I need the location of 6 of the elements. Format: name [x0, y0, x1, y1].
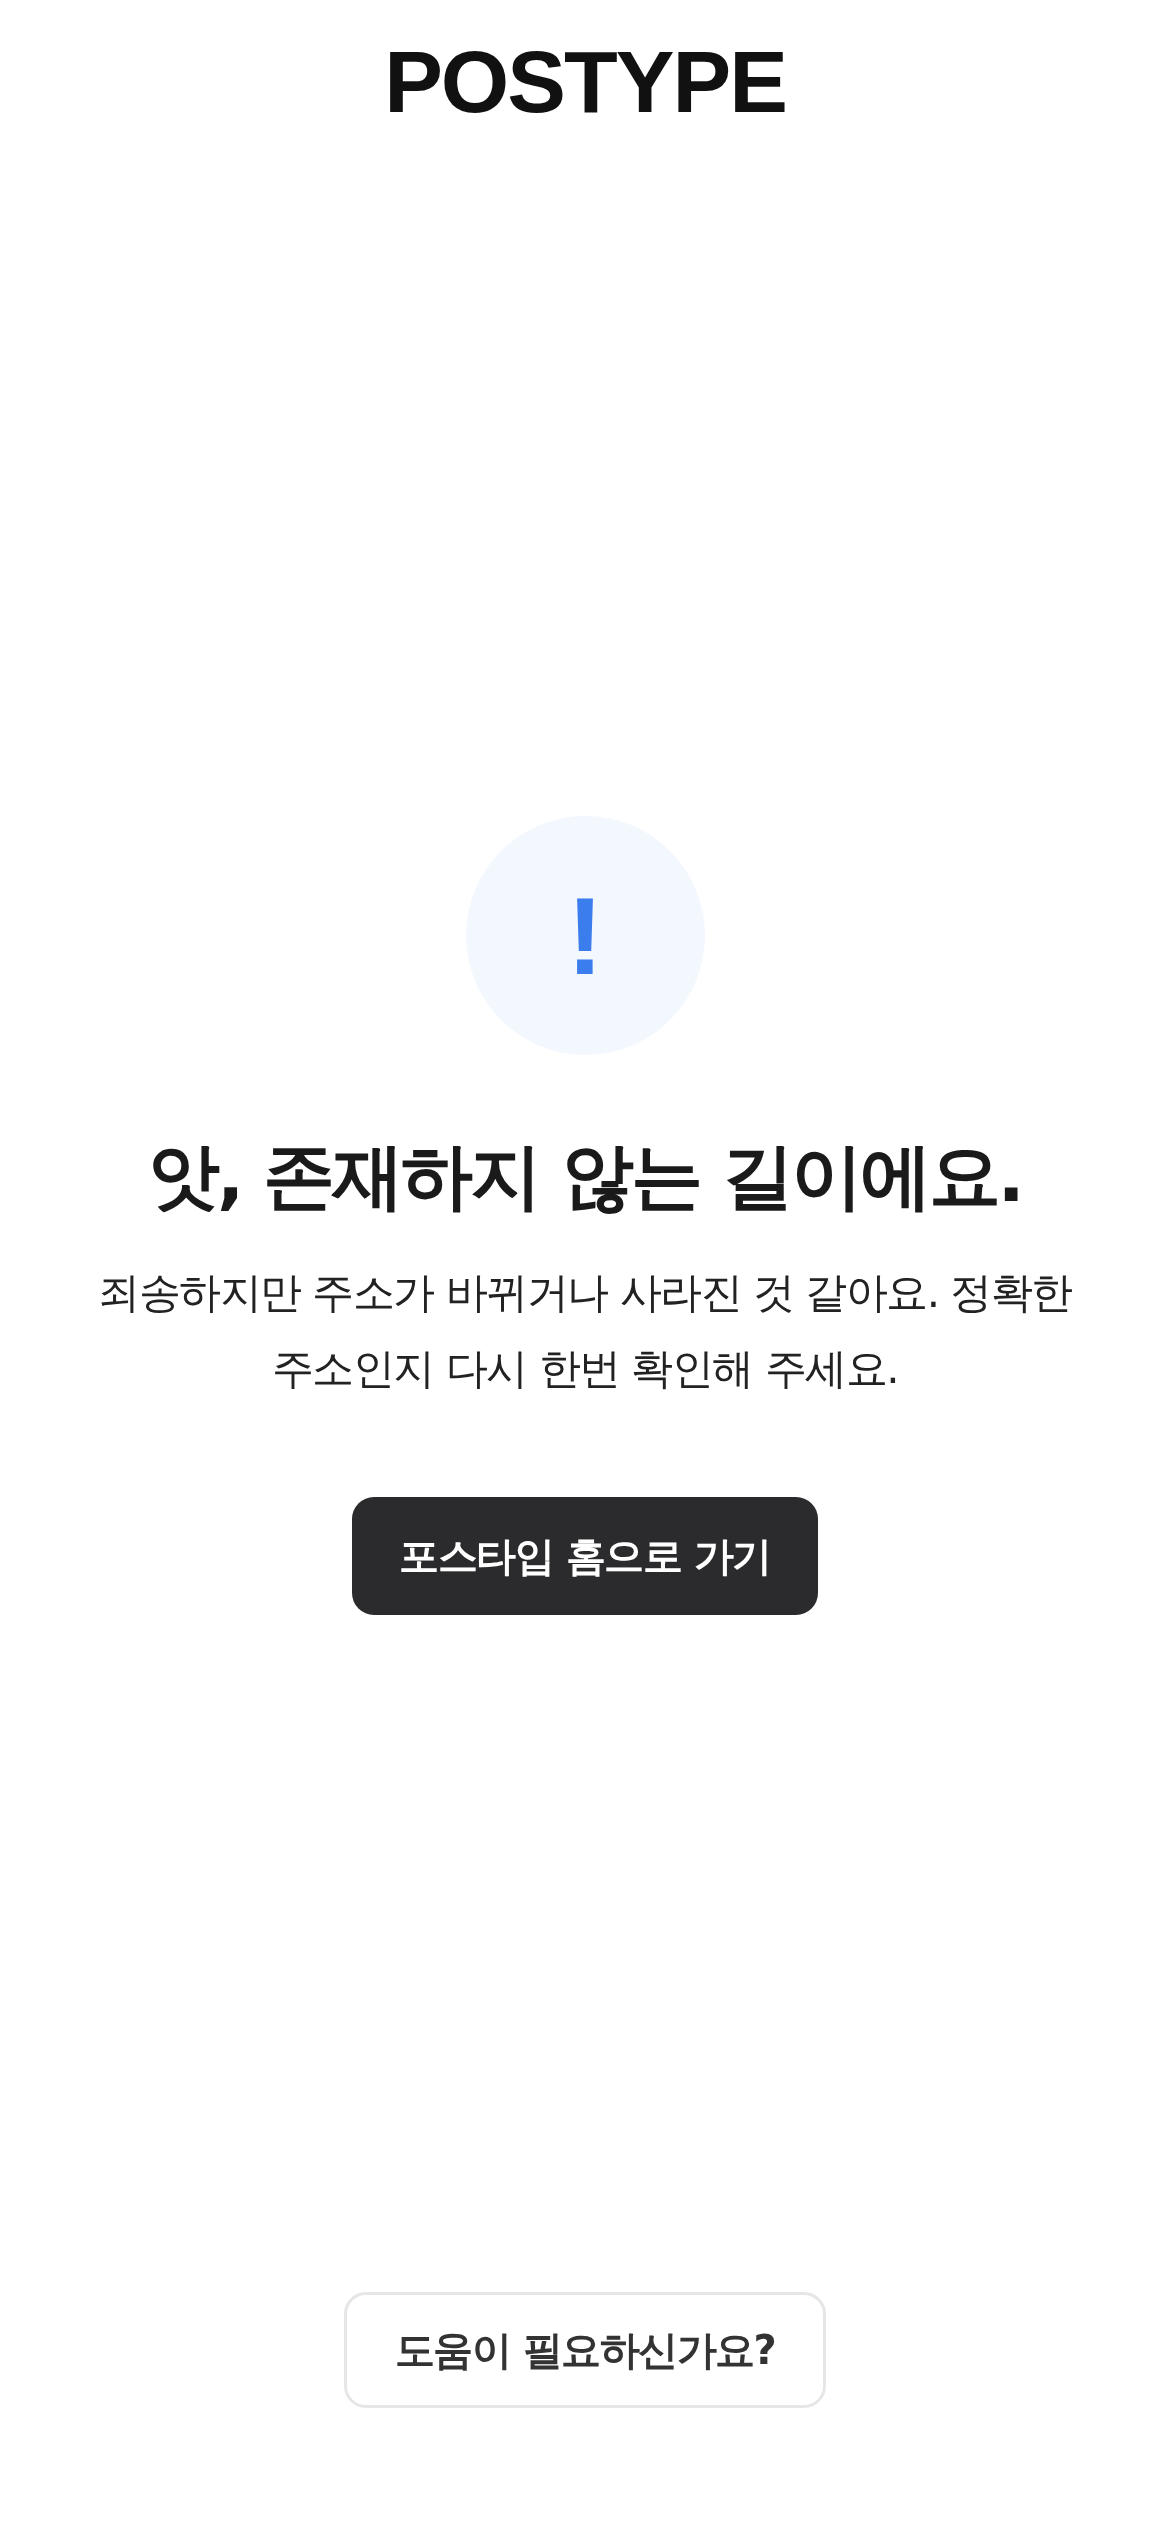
home-button[interactable]: 포스타입 홈으로 가기 — [352, 1497, 818, 1616]
alert-icon: ! — [465, 816, 705, 1055]
error-message: 죄송하지만 주소가 바뀌거나 사라진 것 같아요. 정확한 주소인지 다시 한번 확인해 주세요. — [97, 1267, 1073, 1396]
error-title: 앗, 존재하지 않는 길이에요. — [148, 1133, 1022, 1220]
help-button[interactable]: 도움이 필요하신가요? — [344, 2292, 826, 2408]
logo[interactable]: POSTYPE — [384, 38, 786, 126]
